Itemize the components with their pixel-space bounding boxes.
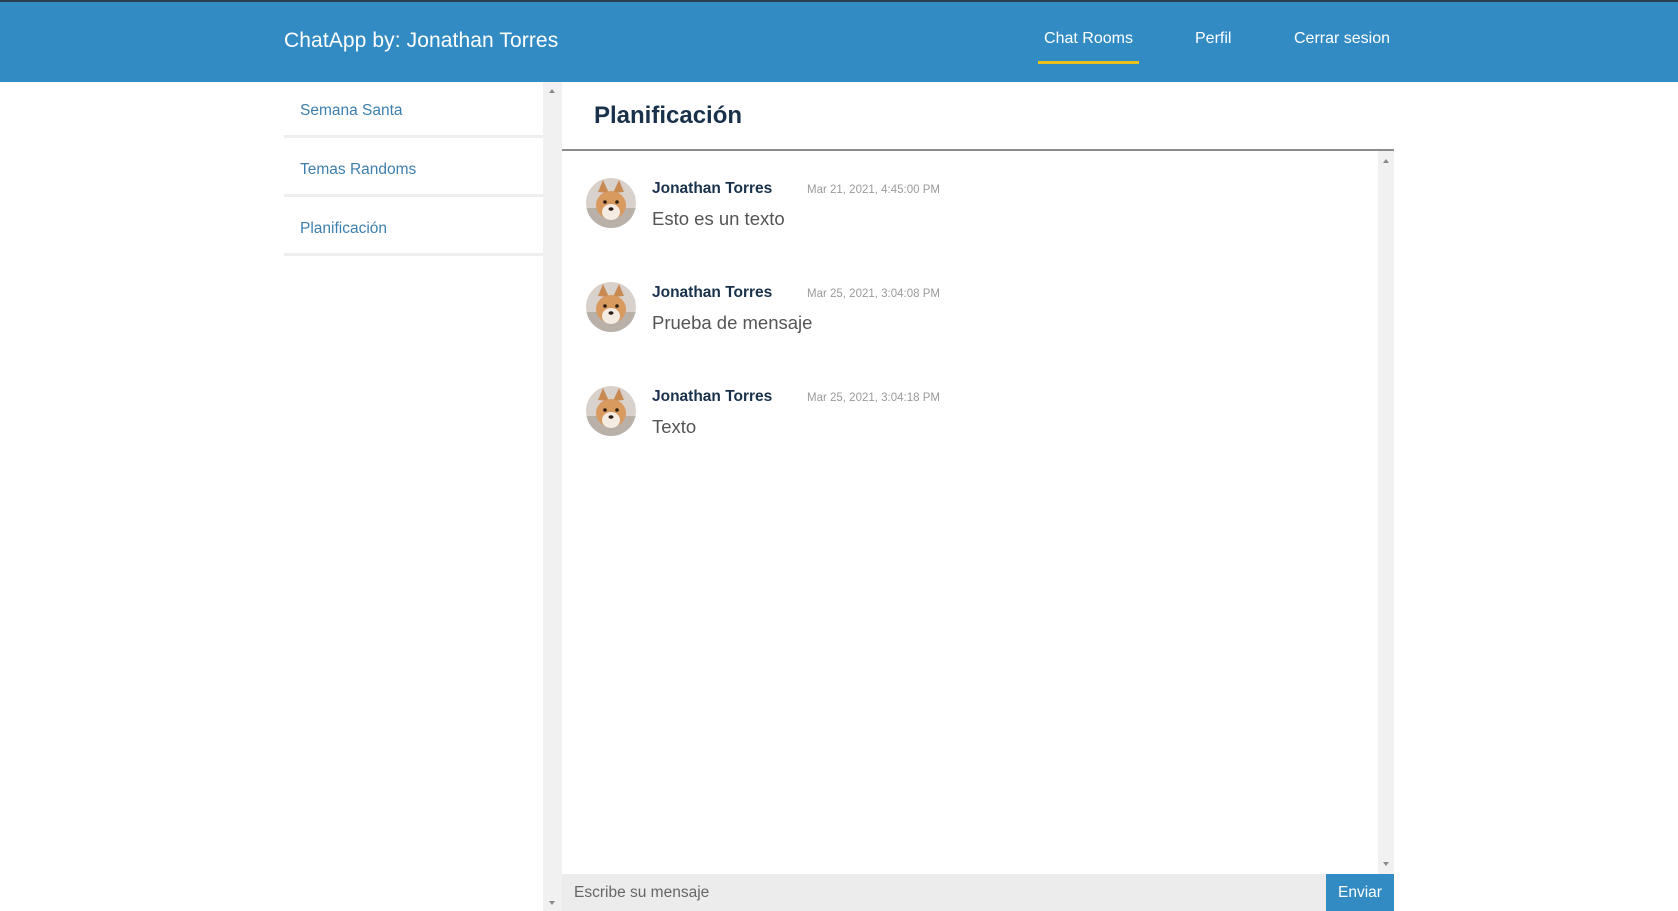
shiba-dog-avatar-icon [586,386,636,436]
message-text: Esto es un texto [652,208,785,229]
send-button[interactable]: Enviar [1326,874,1394,911]
message-text: Prueba de mensaje [652,312,813,333]
message-author: Jonathan Torres [652,180,773,197]
chat-panel: Planificación Jonathan Torres Mar 21, 20… [562,82,1394,911]
message-timestamp: Mar 25, 2021, 3:04:18 PM [807,392,940,404]
room-label: Planificación [300,220,388,237]
message-author: Jonathan Torres [652,284,773,301]
scroll-up-arrow-icon[interactable] [549,89,555,93]
message-timestamp: Mar 25, 2021, 3:04:08 PM [807,288,940,300]
message-item: Jonathan Torres Mar 25, 2021, 3:04:18 PM… [586,383,1346,463]
message-timestamp: Mar 21, 2021, 4:45:00 PM [807,184,940,196]
message-list: Jonathan Torres Mar 21, 2021, 4:45:00 PM… [562,151,1394,874]
shiba-dog-avatar-icon [586,178,636,228]
nav-perfil[interactable]: Perfil [1195,30,1231,48]
nav-cerrar-sesion[interactable]: Cerrar sesion [1294,30,1390,48]
scroll-down-arrow-icon[interactable] [549,901,555,905]
nav-chat-rooms[interactable]: Chat Rooms [1038,30,1139,64]
room-item-semana-santa[interactable]: Semana Santa [284,82,543,138]
shiba-dog-avatar-icon [586,282,636,332]
message-input[interactable] [562,874,1325,911]
navbar: ChatApp by: Jonathan Torres Chat Rooms P… [0,2,1678,82]
room-item-planificacion[interactable]: Planificación [284,200,543,256]
room-list: Semana Santa Temas Randoms Planificación [284,82,543,911]
room-list-scrollbar[interactable] [543,82,562,911]
message-item: Jonathan Torres Mar 25, 2021, 3:04:08 PM… [586,279,1346,359]
chat-room-title: Planificación [594,102,743,129]
message-composer: Enviar [562,874,1394,911]
message-item: Jonathan Torres Mar 21, 2021, 4:45:00 PM… [586,175,1346,255]
room-label: Temas Randoms [300,161,417,178]
scroll-up-arrow-icon[interactable] [1383,159,1389,163]
message-list-scrollbar[interactable] [1378,151,1394,874]
message-text: Texto [652,416,697,437]
room-item-temas-randoms[interactable]: Temas Randoms [284,141,543,197]
room-label: Semana Santa [300,102,403,119]
app-brand: ChatApp by: Jonathan Torres [284,29,559,52]
scroll-down-arrow-icon[interactable] [1383,862,1389,866]
message-author: Jonathan Torres [652,388,773,405]
